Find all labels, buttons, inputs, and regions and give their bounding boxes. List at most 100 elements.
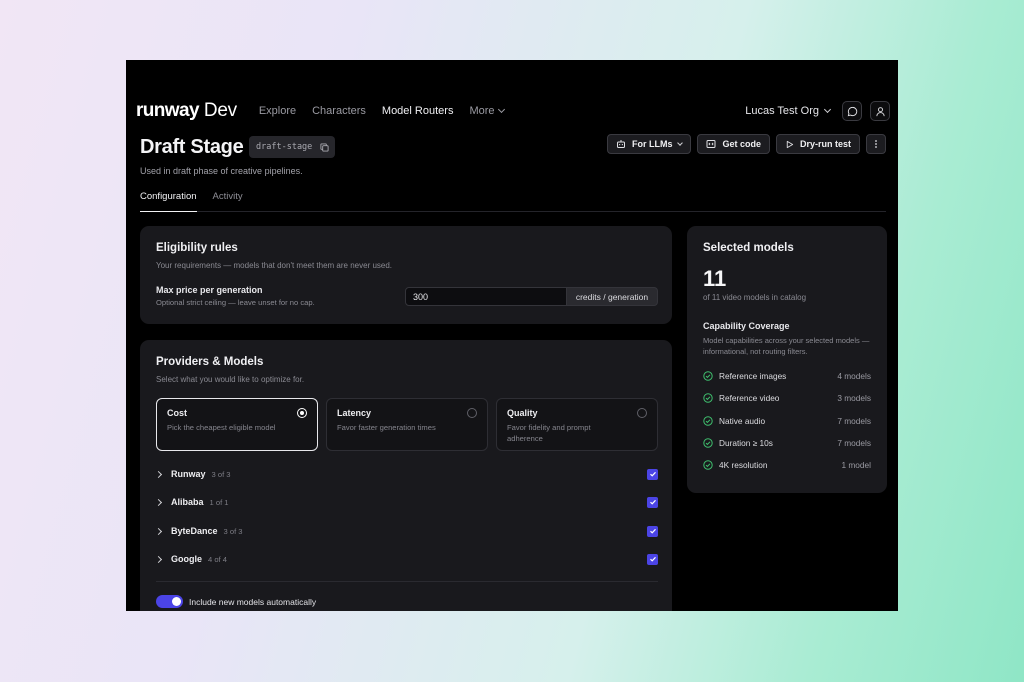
selected-title: Selected models: [703, 242, 794, 254]
more-vertical-icon: [875, 140, 877, 148]
profile-button[interactable]: [870, 101, 890, 121]
dry-run-label: Dry-run test: [799, 139, 851, 149]
provider-row-bytedance[interactable]: ByteDance 3 of 3: [154, 522, 658, 540]
capability-count: 1 model: [841, 460, 871, 470]
check-icon: [649, 556, 656, 562]
selected-models-card: Selected models 11 of 11 video models in…: [687, 226, 887, 493]
user-icon: [875, 106, 885, 116]
option-description: Pick the cheapest eligible model: [167, 423, 276, 432]
provider-name: Google: [171, 554, 202, 564]
capability-label: Native audio: [719, 416, 766, 426]
get-code-label: Get code: [722, 139, 761, 149]
logo[interactable]: runway Dev: [136, 100, 237, 122]
auto-include-toggle[interactable]: [156, 595, 183, 608]
auto-include-label: Include new models automatically: [189, 596, 317, 607]
max-price-unit: credits / generation: [567, 287, 658, 306]
capability-label: Duration ≥ 10s: [719, 438, 773, 448]
capability-row: Reference video 3 models: [703, 391, 871, 405]
provider-checkbox[interactable]: [647, 525, 658, 537]
radio-unselected[interactable]: [637, 408, 647, 418]
option-title: Latency: [337, 408, 372, 418]
capability-label: 4K resolution: [719, 460, 768, 470]
max-price-input[interactable]: 300: [405, 287, 567, 306]
nav-characters[interactable]: Characters: [312, 105, 366, 117]
eligibility-title: Eligibility rules: [156, 242, 238, 254]
toggle-knob: [172, 597, 181, 606]
chevron-right-icon[interactable]: [154, 470, 163, 478]
option-title: Cost: [167, 408, 187, 418]
capability-row: 4K resolution 1 model: [703, 458, 871, 472]
selected-subtitle: of 11 video models in catalog: [703, 293, 807, 302]
capability-row: Native audio 7 models: [703, 414, 871, 428]
providers-description: Select what you would like to optimize f…: [156, 375, 305, 384]
check-icon: [649, 471, 656, 477]
chevron-right-icon[interactable]: [154, 527, 163, 535]
nav-more[interactable]: More: [469, 105, 505, 117]
provider-row-runway[interactable]: Runway 3 of 3: [154, 465, 658, 483]
for-llms-label: For LLMs: [631, 139, 673, 149]
page-subtitle: Used in draft phase of creative pipeline…: [140, 166, 303, 176]
nav-links: Explore Characters Model Routers More: [259, 105, 505, 117]
check-icon: [649, 528, 656, 534]
tabs: Configuration Activity: [140, 186, 886, 212]
capability-label: Reference images: [719, 371, 787, 381]
top-nav: runway Dev Explore Characters Model Rout…: [136, 98, 890, 124]
nav-more-label: More: [469, 105, 495, 117]
coverage-description: Model capabilities across your selected …: [703, 336, 870, 356]
get-code-button[interactable]: Get code: [697, 134, 770, 154]
provider-checkbox[interactable]: [647, 496, 658, 508]
coverage-title: Capability Coverage: [703, 321, 790, 331]
capability-count: 7 models: [837, 438, 871, 448]
slug-text: draft-stage: [256, 142, 313, 152]
nav-explore[interactable]: Explore: [259, 105, 296, 117]
optimize-latency-option[interactable]: Latency Favor faster generation times: [326, 398, 488, 451]
option-title: Quality: [507, 408, 538, 418]
play-icon: [786, 140, 794, 148]
chat-button[interactable]: [842, 101, 862, 121]
org-switcher[interactable]: Lucas Test Org: [745, 105, 832, 117]
more-actions-button[interactable]: [866, 134, 886, 154]
capability-count: 3 models: [837, 393, 871, 403]
optimize-cost-option[interactable]: Cost Pick the cheapest eligible model: [156, 398, 318, 451]
header-actions: For LLMs Get code Dry-run test: [606, 134, 886, 154]
option-description: Favor faster generation times: [337, 423, 436, 432]
slug-badge[interactable]: draft-stage: [249, 136, 335, 158]
eligibility-description: Your requirements — models that don't me…: [156, 261, 393, 270]
capability-row: Duration ≥ 10s 7 models: [703, 436, 871, 450]
capability-count: 7 models: [837, 416, 871, 426]
provider-row-alibaba[interactable]: Alibaba 1 of 1: [154, 493, 658, 511]
capability-count: 4 models: [837, 371, 871, 381]
chevron-down-icon: [497, 105, 505, 114]
provider-count: 4 of 4: [208, 554, 227, 564]
optimize-quality-option[interactable]: Quality Favor fidelity and prompt adhere…: [496, 398, 658, 451]
code-icon: [706, 140, 716, 148]
tab-activity[interactable]: Activity: [213, 186, 243, 212]
provider-row-google[interactable]: Google 4 of 4: [154, 550, 658, 568]
provider-name: ByteDance: [171, 526, 218, 536]
chat-icon: [847, 106, 857, 116]
org-name: Lucas Test Org: [745, 105, 819, 117]
provider-checkbox[interactable]: [647, 553, 658, 565]
page-title: Draft Stage: [140, 136, 244, 158]
provider-checkbox[interactable]: [647, 468, 658, 480]
for-llms-button[interactable]: For LLMs: [606, 134, 692, 154]
nav-model-routers[interactable]: Model Routers: [382, 105, 454, 117]
providers-title: Providers & Models: [156, 356, 264, 368]
provider-count: 3 of 3: [223, 526, 243, 536]
chevron-right-icon[interactable]: [154, 555, 163, 563]
dry-run-button[interactable]: Dry-run test: [775, 134, 860, 154]
chevron-down-icon: [677, 139, 684, 146]
providers-card: Providers & Models Select what you would…: [140, 340, 672, 611]
capability-row: Reference images 4 models: [703, 369, 871, 383]
option-description: Favor fidelity and prompt adherence: [507, 423, 591, 443]
check-circle-icon: [703, 416, 713, 426]
eligibility-card: Eligibility rules Your requirements — mo…: [140, 226, 672, 324]
copy-icon[interactable]: [320, 142, 329, 152]
logo-suffix: Dev: [203, 100, 237, 121]
max-price-label: Max price per generation: [156, 285, 263, 295]
chevron-right-icon[interactable]: [154, 498, 163, 506]
tab-configuration[interactable]: Configuration: [140, 186, 197, 212]
provider-name: Runway: [171, 469, 206, 479]
radio-selected[interactable]: [297, 408, 307, 418]
radio-unselected[interactable]: [467, 408, 477, 418]
